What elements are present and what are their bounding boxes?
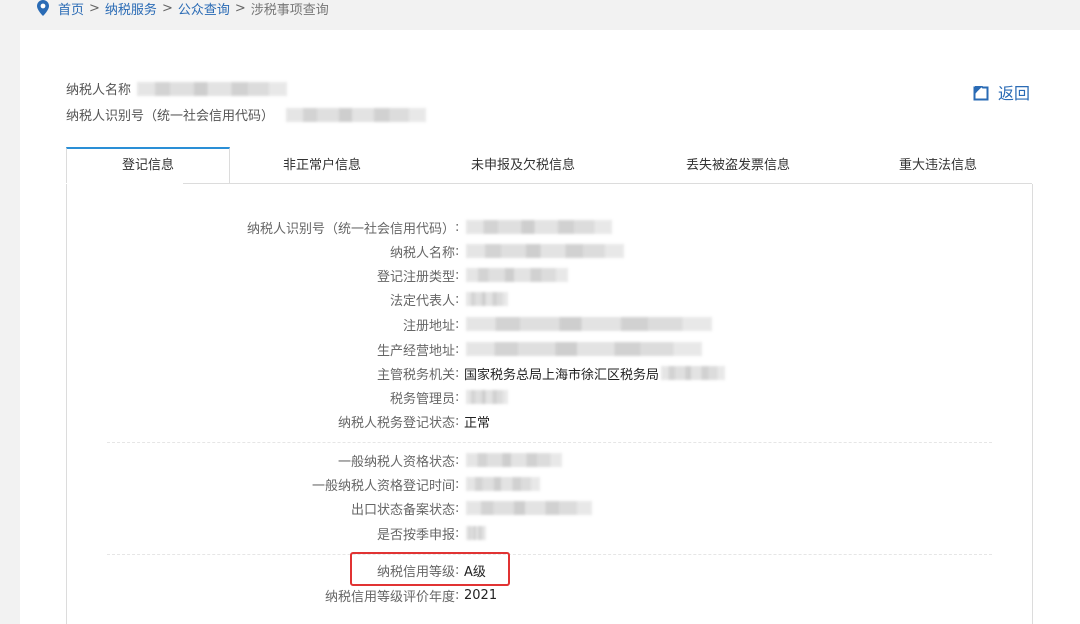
- location-pin-icon: [37, 0, 49, 16]
- redacted-value: [466, 244, 624, 258]
- field-row: 主管税务机关: 国家税务总局上海市徐汇区税务局: [67, 363, 1032, 383]
- field-value: 国家税务总局上海市徐汇区税务局: [464, 367, 660, 383]
- tab-major-violations[interactable]: 重大违法信息: [858, 147, 1018, 184]
- field-label: 纳税人税务登记状态: [337, 415, 455, 431]
- field-row: 纳税人名称:: [67, 241, 1032, 261]
- field-label: 主管税务机关: [376, 367, 455, 383]
- field-label: 生产经营地址: [376, 343, 455, 359]
- field-row: 一般纳税人资格状态:: [67, 450, 1032, 470]
- breadcrumb-home[interactable]: 首页: [58, 0, 84, 18]
- field-row: 注册地址:: [67, 314, 1032, 334]
- field-row: 是否按季申报:: [67, 523, 1032, 543]
- field-label: 注册地址: [402, 318, 455, 334]
- tab-bar: 登记信息 非正常户信息 未申报及欠税信息 丢失被盗发票信息 重大违法信息: [66, 147, 1032, 184]
- field-label: 纳税人名称: [389, 245, 455, 261]
- redacted-value: [466, 220, 612, 234]
- breadcrumb: 首页 > 纳税服务 > 公众查询 > 涉税事项查询: [36, 0, 329, 18]
- field-row: 登记注册类型:: [67, 265, 1032, 285]
- back-button[interactable]: 返回: [973, 80, 1030, 104]
- tab-abnormal-account[interactable]: 非正常户信息: [242, 147, 402, 184]
- field-row: 生产经营地址:: [67, 339, 1032, 359]
- field-label: 一般纳税人资格登记时间: [311, 478, 455, 494]
- redacted-value: [466, 342, 702, 356]
- section-divider: [107, 442, 992, 443]
- field-row: 纳税人税务登记状态: 正常: [67, 411, 1032, 431]
- query-panel: 纳税人名称 纳税人识别号（统一社会信用代码） 返回 登记信息 非正常户信息 未申…: [20, 30, 1080, 624]
- redacted-value: [466, 526, 486, 540]
- field-row: 纳税信用等级评价年度: 2021: [67, 585, 1032, 605]
- field-row: 税务管理员:: [67, 387, 1032, 407]
- redacted-value: [466, 477, 540, 491]
- field-value: 正常: [464, 415, 491, 431]
- breadcrumb-separator: >: [161, 0, 173, 16]
- taxpayer-id-row: 纳税人识别号（统一社会信用代码）: [66, 105, 427, 124]
- taxpayer-id-label: 纳税人识别号（统一社会信用代码）: [66, 109, 275, 124]
- field-label: 纳税人识别号（统一社会信用代码）: [246, 221, 455, 237]
- field-row: 出口状态备案状态:: [67, 498, 1032, 518]
- taxpayer-name-row: 纳税人名称: [66, 79, 288, 98]
- redacted-value: [466, 292, 508, 306]
- redacted-value: [466, 453, 562, 467]
- field-row: 纳税人识别号（统一社会信用代码）:: [67, 217, 1032, 237]
- field-row: 一般纳税人资格登记时间:: [67, 474, 1032, 494]
- breadcrumb-tax-service[interactable]: 纳税服务: [105, 0, 157, 18]
- tab-registration-info[interactable]: 登记信息: [66, 147, 230, 183]
- breadcrumb-public-query[interactable]: 公众查询: [178, 0, 230, 18]
- field-label: 是否按季申报: [376, 527, 455, 543]
- redacted-value: [661, 366, 726, 380]
- back-label: 返回: [998, 84, 1031, 103]
- taxpayer-name-label: 纳税人名称: [66, 83, 132, 98]
- redacted-taxpayer-id: [286, 107, 427, 122]
- redacted-value: [466, 390, 508, 404]
- tab-lost-invoices[interactable]: 丢失被盗发票信息: [658, 147, 818, 184]
- field-label: 出口状态备案状态: [350, 502, 455, 518]
- field-value: 2021: [464, 587, 498, 603]
- breadcrumb-current: 涉税事项查询: [250, 2, 329, 18]
- redacted-value: [466, 268, 568, 282]
- tab-undeclared-arrears[interactable]: 未申报及欠税信息: [443, 147, 603, 184]
- credit-level-highlight-box: [350, 552, 510, 586]
- field-label: 登记注册类型: [376, 269, 455, 285]
- redacted-value: [466, 317, 712, 331]
- breadcrumb-separator: >: [234, 0, 246, 16]
- field-row-credit-level: 纳税信用等级: A级: [67, 560, 1032, 580]
- field-label: 法定代表人: [389, 293, 455, 309]
- field-row: 法定代表人:: [67, 289, 1032, 309]
- back-icon: [973, 85, 989, 100]
- redacted-value: [466, 501, 592, 515]
- section-divider: [107, 554, 992, 555]
- redacted-taxpayer-name: [137, 81, 288, 96]
- breadcrumb-separator: >: [89, 0, 100, 16]
- field-label: 纳税信用等级评价年度: [324, 589, 455, 605]
- field-label: 一般纳税人资格状态: [337, 454, 455, 470]
- field-label: 税务管理员: [389, 391, 455, 407]
- registration-info-content: 纳税人识别号（统一社会信用代码）: 纳税人名称: 登记注册类型: 法定代表人: …: [66, 184, 1033, 624]
